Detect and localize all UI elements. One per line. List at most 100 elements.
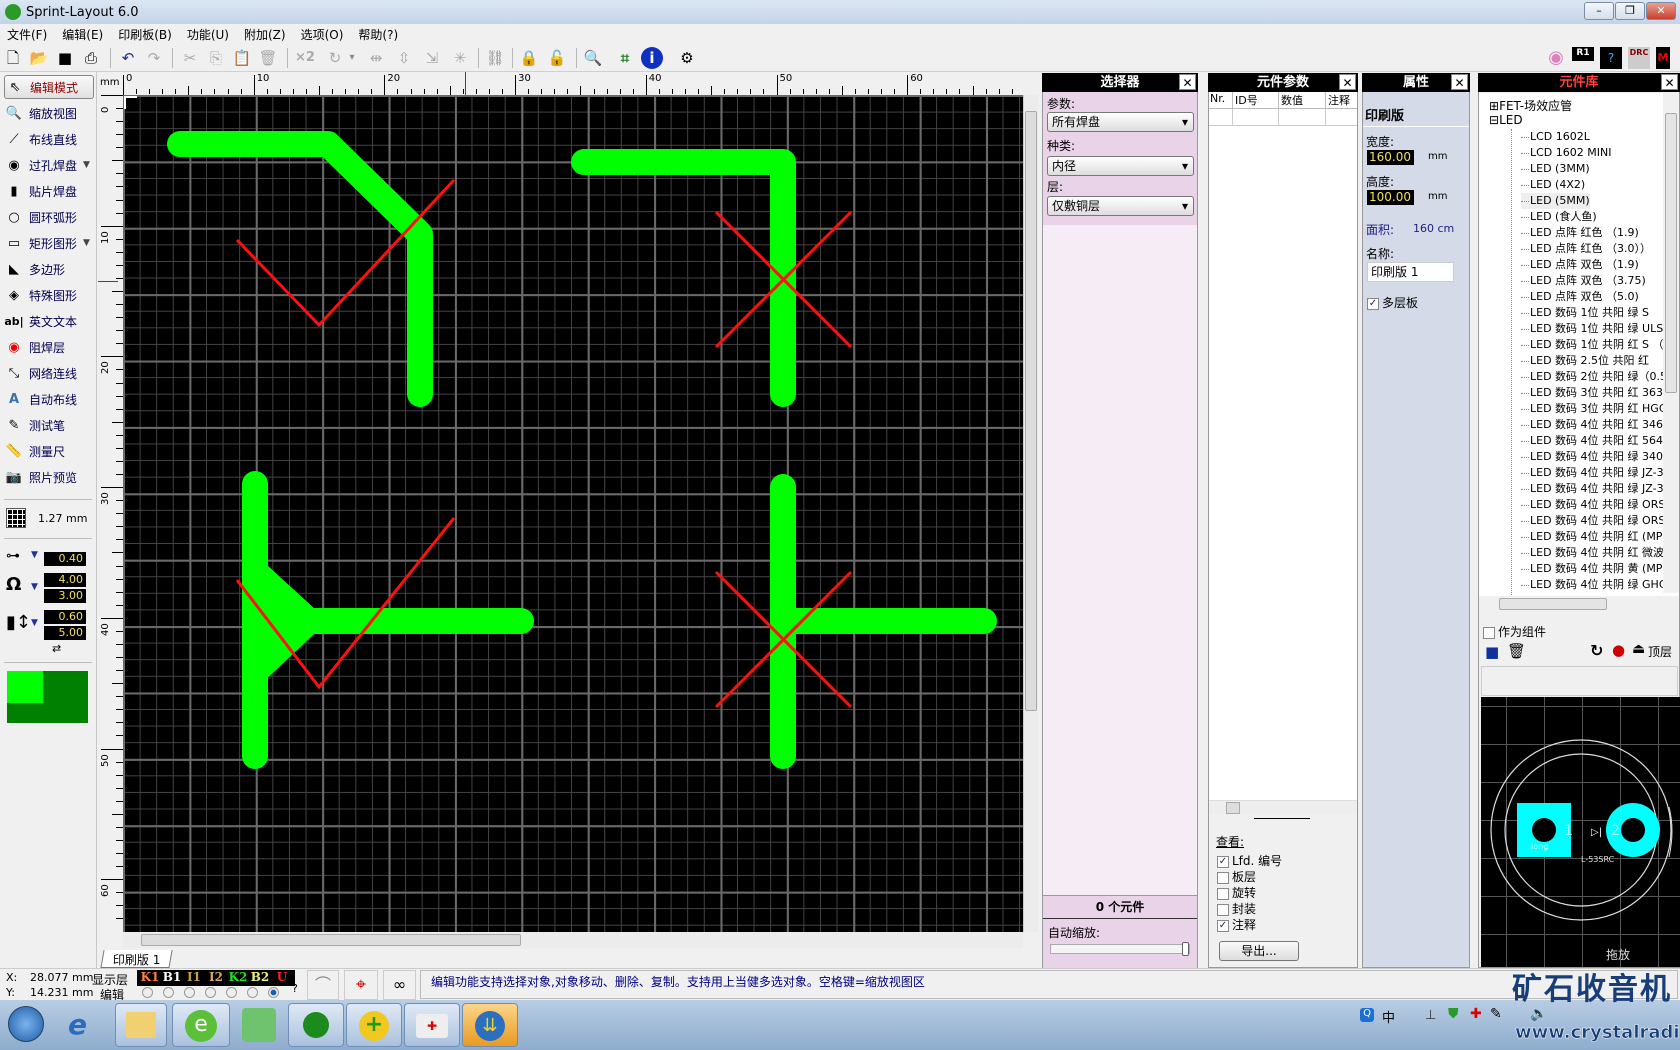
tool-track[interactable]: ⟋ 布线直线 (4, 127, 94, 151)
library-item[interactable]: LED 数码 1位 共阳 绿 ULS-3 (1521, 321, 1674, 337)
volume-icon[interactable]: 🔈 (1530, 1006, 1547, 1022)
taskbar-360[interactable]: + (346, 1003, 402, 1047)
board-height-field[interactable]: 100.00 (1367, 190, 1414, 205)
horizontal-scrollbar[interactable] (1209, 800, 1357, 814)
redo-icon[interactable]: ↷ (143, 47, 165, 69)
tool-test-pen[interactable]: ✎ 测试笔 (4, 413, 94, 437)
tab-board-1[interactable]: 印刷版 1 (100, 950, 174, 968)
library-item[interactable]: LED 数码 4位 共阴 红 微波 (1521, 545, 1664, 561)
view-option-layer[interactable]: 板层 (1217, 869, 1282, 885)
swap-icon[interactable]: ⇄ (52, 642, 61, 655)
layer-edit-radio-i2[interactable] (205, 987, 216, 998)
library-item[interactable]: LED 数码 4位 共阳 绿 ORS-2 (1521, 513, 1676, 529)
footprint-preview[interactable]: 1 2 long L-53SRC ▷| 拖放 (1481, 697, 1680, 967)
vertical-scrollbar[interactable] (1663, 93, 1679, 593)
duplicate-x2-button[interactable]: ×2 (294, 47, 316, 69)
layer-toggle-k1[interactable]: K1 (139, 970, 161, 984)
slider-thumb[interactable] (1182, 942, 1189, 956)
tool-solder-mask[interactable]: ◉ 阻焊层 (4, 335, 94, 359)
column-header[interactable]: Nr. (1209, 92, 1233, 108)
library-item[interactable]: LED 数码 1位 共阴 红 S （0. (1521, 337, 1674, 353)
component-help-icon[interactable]: ? (1600, 47, 1622, 69)
pad-highlight-icon[interactable]: ◉ (1545, 47, 1567, 69)
menu-board[interactable]: 印刷板(B) (111, 24, 180, 44)
type-select[interactable]: 内径 (1047, 156, 1194, 176)
library-item[interactable]: LED 点阵 双色 （1.9) (1521, 257, 1639, 273)
record-icon[interactable]: ● (1612, 641, 1625, 659)
close-icon[interactable]: ✕ (1339, 74, 1356, 90)
vertical-scrollbar[interactable] (1023, 95, 1038, 932)
layer-edit-radio-b1[interactable] (163, 987, 174, 998)
taskbar-firstaid[interactable]: ✚ (404, 1003, 460, 1047)
library-item[interactable]: LED 数码 3位 共阳 红 3631 E (1521, 385, 1679, 401)
tool-measure[interactable]: 📏 测量尺 (4, 439, 94, 463)
library-item[interactable]: LED 数码 4位 共阳 红 5641B (1521, 433, 1678, 449)
crop-icon[interactable]: ⌗ (614, 47, 636, 69)
lock-icon[interactable]: 🔒 (518, 47, 540, 69)
settings-gear-icon[interactable]: ⚙ (676, 47, 698, 69)
layer-edit-radio-i1[interactable] (184, 987, 195, 998)
ungroup-icon[interactable]: ✳ (449, 47, 471, 69)
library-item[interactable]: LED 数码 4位 共阳 绿 ORS-2 (1521, 497, 1676, 513)
print-icon[interactable]: ⎙ (80, 47, 102, 69)
tool-circle[interactable]: ○ 圆环弧形 (4, 205, 94, 229)
library-item[interactable]: LCD 1602L (1521, 129, 1590, 145)
crosshair-icon[interactable]: ⌖ (344, 970, 378, 1000)
library-item[interactable]: LED 数码 1位 共阳 绿 S (1521, 305, 1649, 321)
copy-icon[interactable]: ⎘ (205, 47, 227, 69)
library-item[interactable]: LED 数码 4位 共阳 红 3461B (1521, 417, 1678, 433)
library-item[interactable]: LED 数码 4位 共阳 绿 JZ-349 (1521, 465, 1678, 481)
menu-options[interactable]: 选项(O) (294, 24, 352, 44)
tool-photo-view[interactable]: 📷 照片预览 (4, 465, 94, 489)
view-option-package[interactable]: 封装 (1217, 901, 1282, 917)
tool-via-pad[interactable]: ◉ 过孔焊盘 ▼ (4, 153, 94, 177)
layer-select[interactable]: 仅敷铜层 (1047, 196, 1194, 216)
grid-size[interactable]: 1.27 mm (38, 512, 87, 525)
place-icon[interactable]: ⏏ (1632, 641, 1645, 657)
rotate-dropdown-icon[interactable]: ▾ (346, 47, 358, 69)
outline-tool-button[interactable]: ∞ (383, 970, 416, 1000)
new-file-icon[interactable]: 🗋 (2, 47, 24, 69)
track-width-field[interactable]: 0.40 (44, 552, 86, 566)
tool-rectangle[interactable]: ▭ 矩形图形 ▼ (4, 231, 94, 255)
library-item[interactable]: LED (4X2) (1521, 177, 1585, 193)
library-item[interactable]: LED 点阵 双色 （5.0) (1521, 289, 1639, 305)
board-width-field[interactable]: 160.00 (1367, 150, 1414, 165)
layer-toggle-i2[interactable]: I2 (205, 970, 227, 984)
column-header[interactable]: ID号 (1233, 92, 1279, 108)
library-item[interactable]: LED 数码 4位 共阴 黄 (MP3) (1521, 561, 1674, 577)
library-item[interactable]: LED 数码 4位 共阴 红 (MP3) (1521, 529, 1674, 545)
tray-q-icon[interactable]: Q (1360, 1008, 1374, 1022)
layer-edit-radio-b2[interactable] (247, 987, 258, 998)
scroll-thumb[interactable] (1025, 111, 1037, 711)
track-tool-button[interactable]: ⌒ (307, 970, 339, 1000)
rotate-icon[interactable]: ↻ (324, 47, 346, 69)
taskbar-explorer[interactable] (115, 1003, 167, 1047)
menu-help[interactable]: 帮助(?) (351, 24, 406, 44)
layer-toggle-k2[interactable]: K2 (227, 970, 249, 984)
layer-color-preview[interactable] (7, 671, 88, 723)
chevron-down-icon[interactable]: ▼ (83, 238, 90, 248)
grid-icon[interactable] (6, 508, 26, 528)
minimize-button[interactable]: – (1584, 2, 1614, 20)
param-select[interactable]: 所有焊盘 (1047, 112, 1194, 132)
pcb-canvas[interactable] (123, 95, 1023, 932)
group-icon[interactable]: ⛓ (484, 47, 506, 69)
shield-icon[interactable]: ⛊ (1448, 1006, 1459, 1022)
zoom-icon[interactable]: 🔍 (582, 47, 604, 69)
taskbar-browser[interactable]: e (172, 1003, 230, 1047)
r1-icon[interactable]: R1 (1572, 47, 1594, 61)
drc-icon[interactable]: DRC (1628, 47, 1650, 69)
column-header[interactable]: 数值 (1279, 92, 1326, 108)
close-icon[interactable]: ✕ (1179, 74, 1196, 90)
rotate-icon[interactable]: ↻ (1590, 641, 1603, 660)
smd-height-field[interactable]: 5.00 (44, 626, 86, 640)
trash-icon[interactable]: 🗑 (1507, 642, 1526, 660)
tool-zoom[interactable]: 🔍 缩放视图 (4, 101, 94, 125)
menu-functions[interactable]: 功能(U) (180, 24, 237, 44)
ie-icon[interactable]: e (68, 1008, 87, 1041)
autozoom-slider[interactable] (1050, 942, 1190, 956)
save-icon[interactable]: ■ (54, 47, 76, 69)
library-item[interactable]: LED (食人鱼) (1521, 209, 1597, 225)
menu-file[interactable]: 文件(F) (0, 24, 55, 44)
